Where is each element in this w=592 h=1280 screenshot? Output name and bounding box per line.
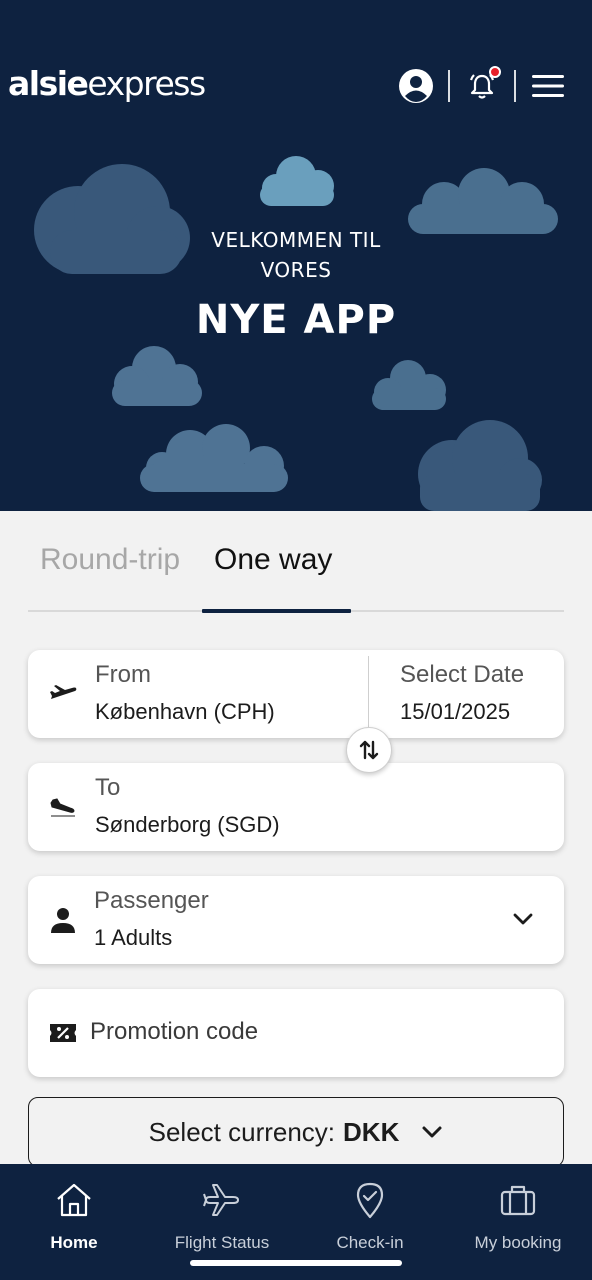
nav-home-label: Home bbox=[50, 1233, 98, 1252]
cloud-decoration bbox=[112, 346, 202, 406]
account-button[interactable] bbox=[396, 66, 436, 106]
notification-badge bbox=[489, 66, 501, 78]
home-icon bbox=[57, 1183, 91, 1217]
to-field[interactable]: To Sønderborg (SGD) bbox=[28, 763, 564, 851]
to-value: Sønderborg (SGD) bbox=[95, 812, 280, 837]
notifications-button[interactable] bbox=[462, 66, 502, 106]
nav-flight-status-label: Flight Status bbox=[174, 1233, 270, 1252]
trip-type-tabs: Round-trip One way bbox=[28, 530, 564, 613]
nav-my-booking[interactable]: My booking bbox=[444, 1180, 592, 1254]
account-icon bbox=[399, 69, 433, 103]
welcome-line-1: VELKOMMEN TIL bbox=[211, 228, 381, 252]
cloud-decoration bbox=[260, 156, 334, 206]
tab-round-trip[interactable]: Round-trip bbox=[40, 540, 180, 580]
person-icon bbox=[48, 905, 78, 935]
from-date-card: From København (CPH) Select Date 15/01/2… bbox=[28, 650, 564, 738]
passenger-field[interactable]: Passenger 1 Adults bbox=[28, 876, 564, 964]
chevron-down-icon bbox=[421, 1124, 443, 1140]
nav-check-in[interactable]: Check-in bbox=[296, 1180, 444, 1254]
tab-one-way[interactable]: One way bbox=[214, 540, 332, 580]
chevron-down-icon bbox=[513, 913, 533, 925]
nav-flight-status[interactable]: Flight Status bbox=[148, 1180, 296, 1254]
airplane-icon bbox=[203, 1184, 239, 1216]
nav-check-in-label: Check-in bbox=[336, 1233, 404, 1252]
location-check-icon bbox=[356, 1182, 384, 1219]
home-indicator bbox=[190, 1260, 402, 1266]
header-separator bbox=[448, 70, 450, 102]
alsie-express-logo: alsieexpress bbox=[8, 64, 206, 104]
to-label: To bbox=[95, 774, 121, 801]
date-label: Select Date bbox=[400, 661, 525, 688]
briefcase-icon bbox=[500, 1185, 536, 1216]
cloud-decoration bbox=[140, 424, 288, 492]
menu-icon bbox=[532, 75, 564, 97]
swap-button[interactable] bbox=[346, 727, 392, 773]
swap-arrows-icon bbox=[359, 740, 379, 760]
nav-my-booking-label: My booking bbox=[474, 1233, 562, 1252]
currency-value: DKK bbox=[343, 1116, 400, 1147]
plane-departure-icon bbox=[48, 679, 78, 709]
logo-bold-text: alsie bbox=[8, 64, 89, 103]
date-field[interactable]: Select Date 15/01/2025 bbox=[369, 650, 564, 738]
cloud-decoration bbox=[418, 420, 542, 511]
from-field[interactable]: From København (CPH) bbox=[28, 650, 368, 738]
hero-banner: alsieexpress VELKOMMEN TIL VORES NYE APP bbox=[0, 0, 592, 511]
cloud-decoration bbox=[372, 360, 446, 410]
promotion-code-placeholder: Promotion code bbox=[90, 1018, 259, 1045]
promotion-code-field[interactable]: Promotion code bbox=[28, 989, 564, 1077]
welcome-headline: NYE APP bbox=[195, 297, 397, 343]
passenger-value: 1 Adults bbox=[94, 925, 173, 950]
nav-home[interactable]: Home bbox=[0, 1180, 148, 1254]
header-actions bbox=[396, 64, 568, 108]
tab-active-indicator bbox=[202, 609, 351, 613]
currency-label: Select currency: bbox=[148, 1116, 336, 1147]
logo-light-text: express bbox=[87, 64, 206, 103]
header-separator bbox=[514, 70, 516, 102]
currency-selector[interactable]: Select currency: DKK bbox=[28, 1097, 564, 1167]
ticket-percent-icon bbox=[48, 1018, 78, 1048]
passenger-label: Passenger bbox=[94, 887, 209, 914]
date-value: 15/01/2025 bbox=[400, 699, 511, 724]
from-label: From bbox=[95, 661, 151, 688]
plane-arrival-icon bbox=[48, 792, 78, 822]
menu-button[interactable] bbox=[528, 66, 568, 106]
welcome-line-2: VORES bbox=[260, 258, 332, 282]
from-value: København (CPH) bbox=[95, 699, 275, 724]
